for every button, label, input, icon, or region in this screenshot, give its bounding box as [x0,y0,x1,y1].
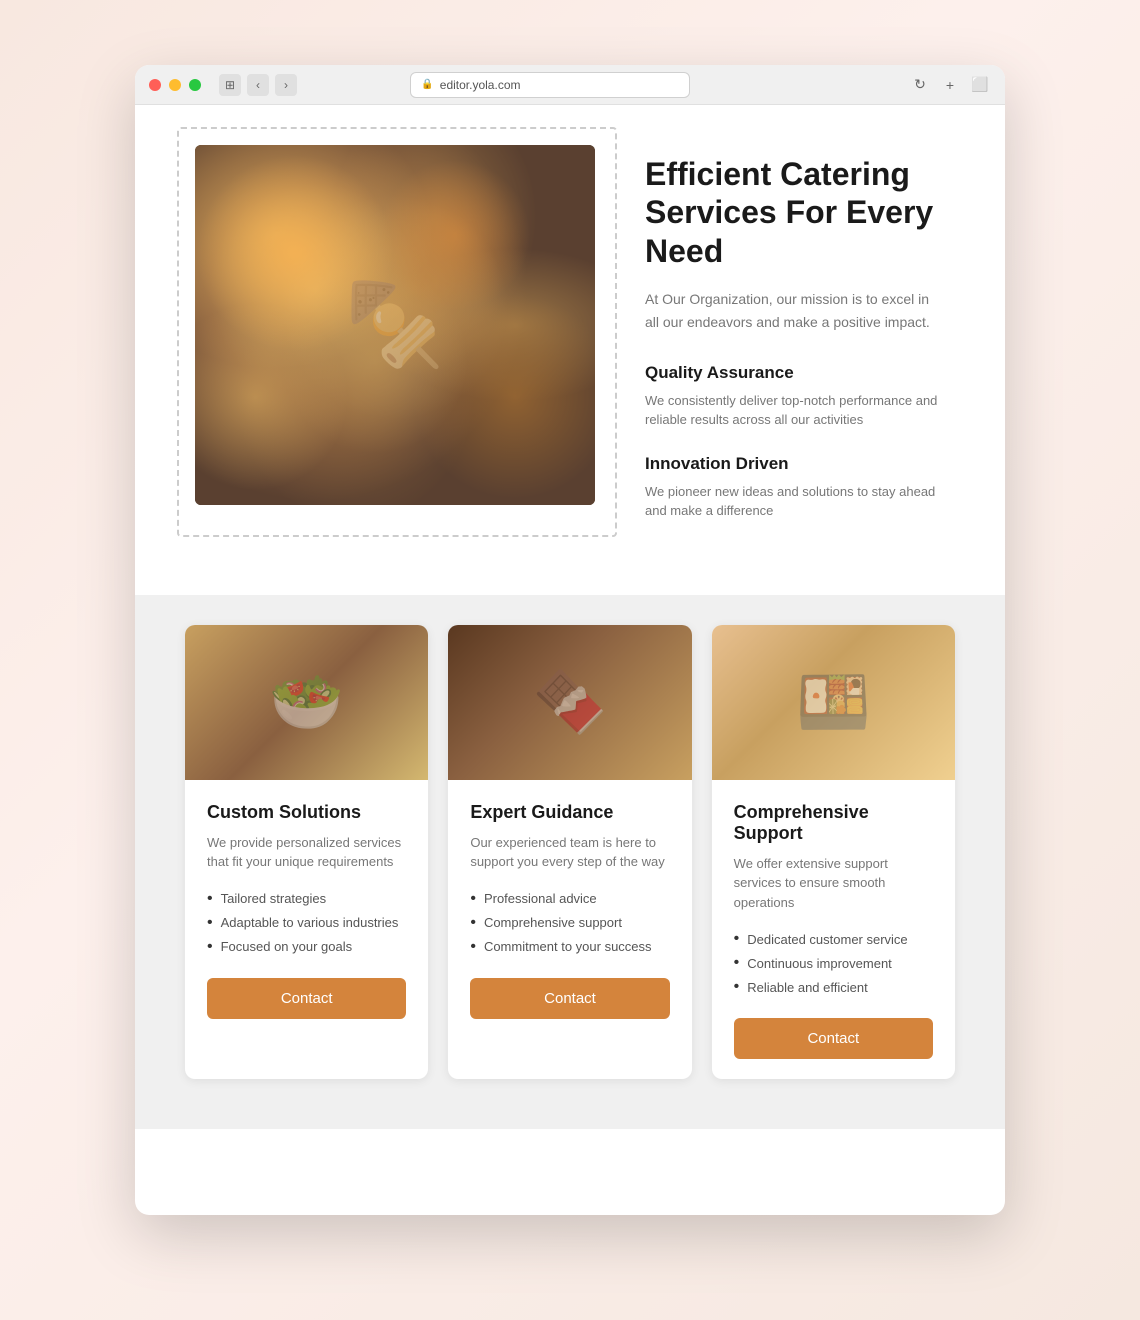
list-item: Adaptable to various industries [207,914,406,932]
traffic-light-green[interactable] [189,79,201,91]
new-tab-button[interactable]: + [939,74,961,96]
card3-list: Dedicated customer service Continuous im… [734,930,933,996]
card3-desc: We offer extensive support services to e… [734,854,933,913]
list-item: Continuous improvement [734,954,933,972]
card1-contact-button[interactable]: Contact [207,978,406,1019]
traffic-light-yellow[interactable] [169,79,181,91]
card2-food-image [448,625,691,780]
list-item: Dedicated customer service [734,930,933,948]
feature-innovation: Innovation Driven We pioneer new ideas a… [645,454,945,521]
card2-list: Professional advice Comprehensive suppor… [470,890,669,956]
card2-desc: Our experienced team is here to support … [470,833,669,872]
card2-title: Expert Guidance [470,802,669,823]
lock-icon: 🔒 [421,79,433,90]
hero-text-content: Efficient Catering Services For Every Ne… [645,145,945,545]
back-button[interactable]: ‹ [247,74,269,96]
traffic-light-red[interactable] [149,79,161,91]
cards-section: Custom Solutions We provide personalized… [135,595,1005,1130]
browser-controls: ⊞ ‹ › [219,74,297,96]
hero-subtitle: At Our Organization, our mission is to e… [645,288,945,333]
feature2-desc: We pioneer new ideas and solutions to st… [645,482,945,521]
address-bar[interactable]: 🔒 editor.yola.com [410,72,690,98]
card3-body: Comprehensive Support We offer extensive… [712,780,955,1080]
browser-content: Efficient Catering Services For Every Ne… [135,105,1005,1129]
list-item: Professional advice [470,890,669,908]
list-item: Tailored strategies [207,890,406,908]
list-item: Commitment to your success [470,938,669,956]
browser-titlebar: ⊞ ‹ › 🔒 editor.yola.com ↻ + ⬜ [135,65,1005,105]
card3-food-image [712,625,955,780]
hero-title: Efficient Catering Services For Every Ne… [645,155,945,270]
hero-section: Efficient Catering Services For Every Ne… [135,105,1005,595]
list-item: Reliable and efficient [734,978,933,996]
card1-title: Custom Solutions [207,802,406,823]
hero-food-image [195,145,595,505]
extensions-button[interactable]: ⬜ [969,74,991,96]
catering-image-bg [195,145,595,505]
card1-desc: We provide personalized services that fi… [207,833,406,872]
feature2-title: Innovation Driven [645,454,945,474]
list-item: Focused on your goals [207,938,406,956]
card1-list: Tailored strategies Adaptable to various… [207,890,406,956]
card-expert-guidance: Expert Guidance Our experienced team is … [448,625,691,1080]
catering-image-overlay [195,145,595,505]
card3-contact-button[interactable]: Contact [734,1018,933,1059]
card2-body: Expert Guidance Our experienced team is … [448,780,691,1039]
url-text: editor.yola.com [440,78,521,92]
cards-grid: Custom Solutions We provide personalized… [185,625,955,1080]
sidebar-toggle-button[interactable]: ⊞ [219,74,241,96]
forward-button[interactable]: › [275,74,297,96]
feature-quality: Quality Assurance We consistently delive… [645,363,945,430]
card3-title: Comprehensive Support [734,802,933,844]
feature1-title: Quality Assurance [645,363,945,383]
card1-food-image [185,625,428,780]
card1-image [185,625,428,780]
card2-contact-button[interactable]: Contact [470,978,669,1019]
hero-image-container [195,145,595,505]
card-comprehensive-support: Comprehensive Support We offer extensive… [712,625,955,1080]
feature1-desc: We consistently deliver top-notch perfor… [645,391,945,430]
card1-body: Custom Solutions We provide personalized… [185,780,428,1039]
refresh-button[interactable]: ↻ [909,74,931,96]
browser-window: ⊞ ‹ › 🔒 editor.yola.com ↻ + ⬜ [135,65,1005,1215]
browser-actions: ↻ + ⬜ [909,74,991,96]
card2-image [448,625,691,780]
card-custom-solutions: Custom Solutions We provide personalized… [185,625,428,1080]
list-item: Comprehensive support [470,914,669,932]
card3-image [712,625,955,780]
